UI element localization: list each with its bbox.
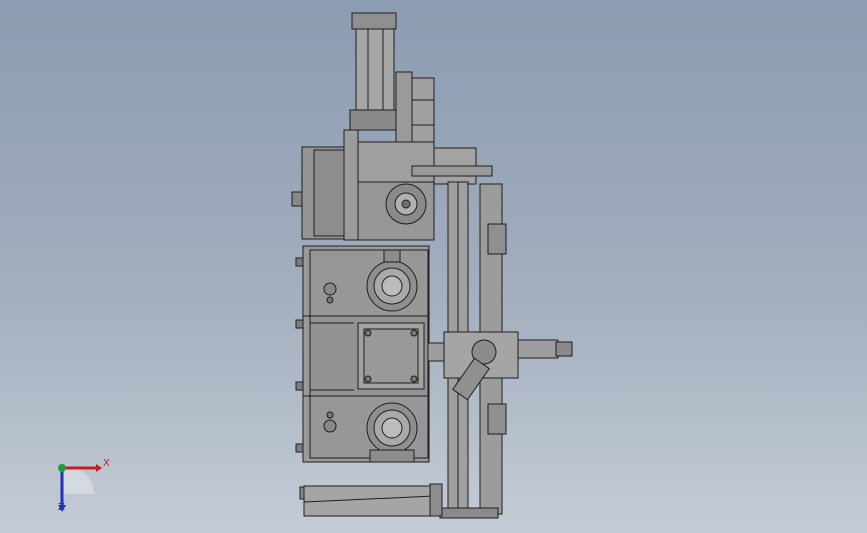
- cad-viewport[interactable]: X Z: [0, 0, 867, 533]
- top-cylinder[interactable]: [349, 12, 397, 131]
- cover-plate[interactable]: [357, 322, 425, 390]
- lower-bearing[interactable]: [366, 402, 418, 463]
- y-axis-dot-icon: [58, 464, 66, 472]
- bottom-cylinder[interactable]: [299, 483, 443, 517]
- gearbox-joint[interactable]: [357, 141, 493, 241]
- x-axis-label: X: [103, 458, 110, 469]
- assembly-model[interactable]: [0, 0, 867, 533]
- z-axis-label: Z: [58, 502, 65, 513]
- coordinate-triad: X Z: [40, 450, 120, 520]
- triad-arc-icon: [62, 467, 95, 494]
- motor-housing[interactable]: [291, 129, 359, 241]
